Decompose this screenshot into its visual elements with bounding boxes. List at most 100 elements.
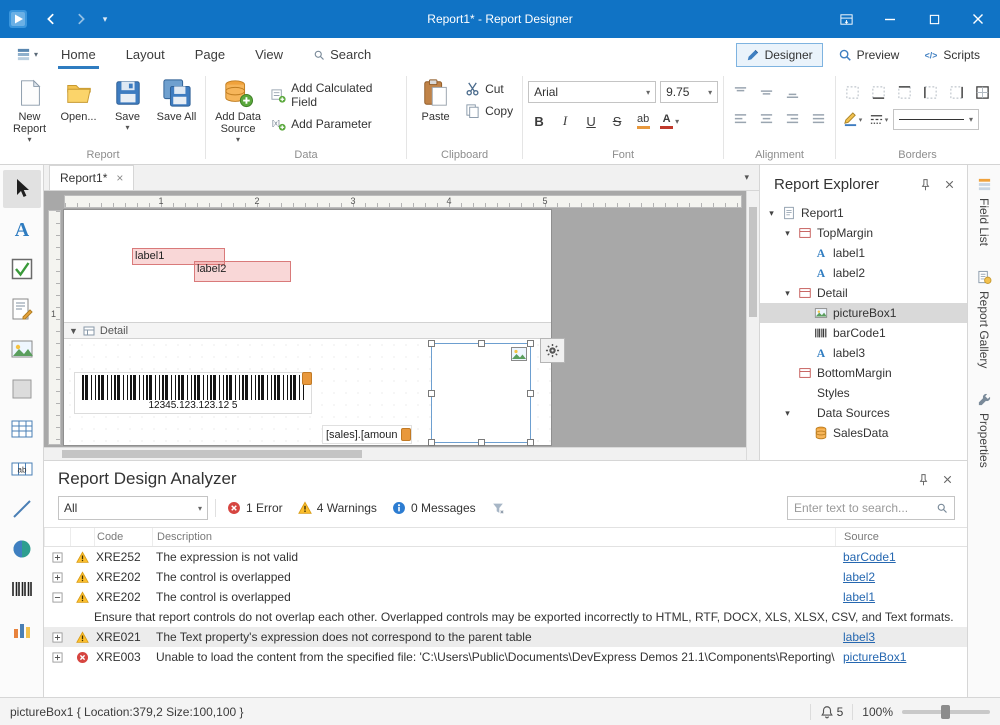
control-picturebox1[interactable] [431, 343, 531, 443]
warnings-toggle-button[interactable]: 4 Warnings [294, 499, 381, 517]
resize-handle[interactable] [527, 439, 534, 446]
tool-chart[interactable] [3, 610, 41, 648]
tool-rich-text[interactable] [3, 290, 41, 328]
design-horizontal-scrollbar[interactable] [44, 447, 746, 460]
resize-handle[interactable] [527, 340, 534, 347]
dock-tab-report-gallery[interactable]: Report Gallery [977, 270, 992, 368]
source-column-header[interactable]: Source [835, 528, 967, 546]
messages-toggle-button[interactable]: 0 Messages [388, 499, 480, 517]
border-bottom-button[interactable] [867, 82, 890, 103]
open-button[interactable]: Open... [55, 73, 102, 147]
ribbon-tab-layout[interactable]: Layout [111, 38, 180, 71]
underline-button[interactable]: U [580, 110, 602, 132]
tree-expander-icon[interactable]: ▾ [782, 408, 793, 419]
resize-handle[interactable] [478, 439, 485, 446]
tree-item-detail[interactable]: ▾Detail [760, 283, 967, 303]
border-width-combobox[interactable]: ▾ [893, 109, 979, 130]
error-source-link[interactable]: label1 [843, 590, 875, 604]
ribbon-tab-page[interactable]: Page [180, 38, 240, 71]
align-top-button[interactable] [729, 82, 752, 103]
tree-expander-icon[interactable]: ▾ [766, 208, 777, 219]
code-column-header[interactable]: Code [94, 528, 152, 546]
tool-table[interactable] [3, 410, 41, 448]
clear-filter-icon[interactable] [487, 497, 509, 519]
tool-check-box[interactable] [3, 250, 41, 288]
resize-handle[interactable] [428, 439, 435, 446]
save-button[interactable]: Save ▾ [104, 73, 151, 147]
back-button[interactable] [36, 0, 66, 38]
design-surface[interactable]: 12345 1 label1 label2 ▼ [44, 191, 759, 460]
tool-panel[interactable] [3, 370, 41, 408]
zoom-slider-thumb[interactable] [941, 705, 950, 719]
tree-item-bottommargin[interactable]: BottomMargin [760, 363, 967, 383]
tree-item-barcode1[interactable]: barCode1 [760, 323, 967, 343]
maximize-button[interactable] [912, 0, 956, 38]
tool-barcode[interactable] [3, 570, 41, 608]
tool-picture-box[interactable] [3, 330, 41, 368]
pin-icon[interactable] [911, 468, 935, 490]
close-icon[interactable] [935, 468, 959, 490]
font-size-combobox[interactable]: 9.75 ▾ [660, 81, 718, 103]
tree-item-styles[interactable]: Styles [760, 383, 967, 403]
border-left-button[interactable] [919, 82, 942, 103]
tree-expander-icon[interactable]: ▾ [782, 288, 793, 299]
analyzer-filter-combobox[interactable]: All ▾ [58, 496, 208, 520]
analyzer-row[interactable]: XRE202The control is overlappedlabel2 [44, 567, 967, 587]
add-calculated-field-button[interactable]: Add Calculated Field [267, 81, 401, 109]
tool-character-comb[interactable]: ab [3, 450, 41, 488]
row-expander-icon[interactable] [44, 572, 70, 583]
forward-button[interactable] [66, 0, 96, 38]
border-top-button[interactable] [893, 82, 916, 103]
ribbon-tab-home[interactable]: Home [46, 38, 111, 71]
control-barcode1[interactable]: 12345.123.123.12 5 [74, 372, 312, 414]
error-source-link[interactable]: barCode1 [843, 550, 896, 564]
scrollbar-thumb[interactable] [62, 450, 362, 458]
italic-button[interactable]: I [554, 110, 576, 132]
copy-button[interactable]: Copy [461, 103, 517, 118]
save-all-button[interactable]: Save All [153, 73, 200, 147]
tree-item-label3[interactable]: Alabel3 [760, 343, 967, 363]
main-menu-button[interactable]: ▾ [8, 38, 46, 71]
tree-item-picturebox1[interactable]: pictureBox1 [760, 303, 967, 323]
design-vertical-scrollbar[interactable] [746, 191, 759, 460]
errors-toggle-button[interactable]: 1 Error [223, 499, 287, 517]
resize-handle[interactable] [527, 390, 534, 397]
border-all-button[interactable] [971, 82, 994, 103]
font-name-combobox[interactable]: Arial ▾ [528, 81, 656, 103]
bold-button[interactable]: B [528, 110, 550, 132]
mode-button-preview[interactable]: Preview [828, 43, 910, 67]
smart-tag-icon[interactable] [401, 428, 411, 441]
align-justify-button[interactable] [807, 109, 830, 130]
align-middle-button[interactable] [755, 82, 778, 103]
tool-label[interactable]: A [3, 210, 41, 248]
cut-button[interactable]: Cut [461, 81, 517, 96]
analyzer-row[interactable]: XRE202The control is overlappedlabel1 [44, 587, 967, 607]
zoom-level[interactable]: 100% [862, 705, 893, 719]
row-expander-icon[interactable] [44, 652, 70, 663]
tree-item-report1[interactable]: ▾Report1 [760, 203, 967, 223]
tab-list-dropdown-icon[interactable]: ▾ [744, 172, 749, 183]
collapse-band-icon[interactable]: ▼ [69, 326, 78, 336]
top-margin-band[interactable]: label1 label2 [64, 210, 551, 322]
paste-button[interactable]: Paste [412, 73, 459, 147]
ribbon-tab-view[interactable]: View [240, 38, 298, 71]
error-source-link[interactable]: label3 [843, 630, 875, 644]
border-none-button[interactable] [841, 82, 864, 103]
border-right-button[interactable] [945, 82, 968, 103]
tree-expander-icon[interactable]: ▾ [782, 228, 793, 239]
add-data-source-button[interactable]: Add Data Source ▾ [211, 73, 265, 147]
row-expander-icon[interactable] [44, 632, 70, 643]
close-button[interactable] [956, 0, 1000, 38]
resize-handle[interactable] [428, 340, 435, 347]
dock-tab-field-list[interactable]: Field List [977, 177, 992, 246]
mode-button-designer[interactable]: Designer [736, 43, 823, 67]
strikethrough-button[interactable]: S [606, 110, 628, 132]
close-tab-icon[interactable]: × [116, 172, 123, 184]
analyzer-search-box[interactable] [787, 496, 955, 520]
error-source-link[interactable]: label2 [843, 570, 875, 584]
row-expander-icon[interactable] [44, 592, 70, 603]
control-label3[interactable]: [sales].[amoun [322, 425, 412, 444]
font-color-button[interactable]: A ▾ [658, 110, 681, 132]
ribbon-display-options-icon[interactable] [824, 0, 868, 38]
notifications-button[interactable]: 5 [820, 705, 844, 719]
